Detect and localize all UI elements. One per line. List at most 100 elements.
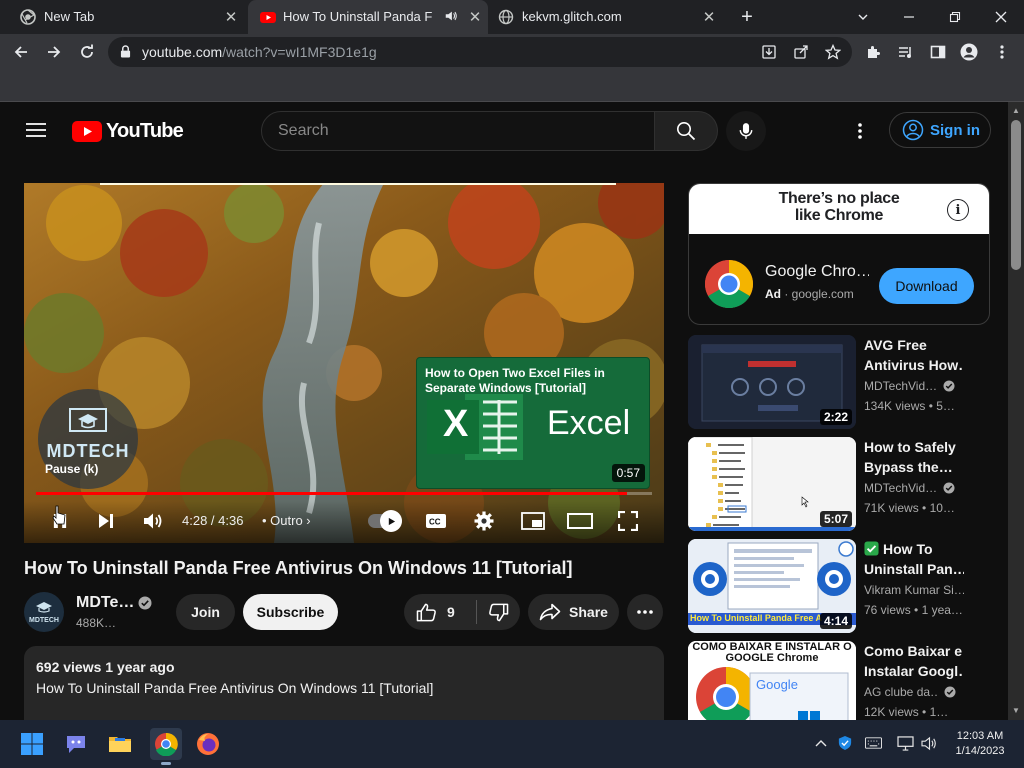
chrome-ad-card[interactable]: There’s no place like Chrome i Google Ch…	[688, 183, 990, 325]
close-icon[interactable]: ✕	[700, 8, 718, 26]
video-duration: 2:22	[819, 409, 852, 425]
channel-name[interactable]: MDTechVid…	[864, 481, 984, 495]
player-controls: 4:28 / 4:36 • Outro › CC	[24, 501, 664, 543]
progress-bar[interactable]	[36, 492, 652, 495]
end-screen-video-card[interactable]: How to Open Two Excel Files in Separate …	[416, 357, 650, 489]
closed-captions-icon: CC	[426, 514, 446, 528]
settings-button[interactable]	[472, 509, 496, 533]
side-panel-icon[interactable]	[927, 41, 949, 63]
video-title[interactable]: AVG Free Antivirus How…	[864, 335, 964, 375]
bookmark-star-icon[interactable]	[825, 44, 841, 60]
join-button[interactable]: Join	[176, 594, 235, 630]
recommended-video[interactable]: How To Uninstall Panda Free A 4:14 How T…	[688, 539, 1008, 633]
file-explorer-button[interactable]	[106, 730, 134, 758]
chrome-taskbar-button[interactable]	[150, 728, 182, 765]
hamburger-menu-icon[interactable]	[26, 122, 46, 138]
media-control-icon[interactable]	[895, 41, 917, 63]
sign-in-button[interactable]: Sign in	[889, 112, 991, 148]
avatar-text: MDTECH	[29, 617, 59, 624]
channel-name[interactable]: Vikram Kumar Si…	[864, 583, 984, 597]
download-button[interactable]: Download	[879, 268, 974, 304]
search-button[interactable]	[654, 111, 718, 151]
recommended-video[interactable]: 5:07 How to Safely Bypass the… MDTechVid…	[688, 437, 1008, 531]
ad-title[interactable]: Google Chro…	[765, 263, 869, 281]
extensions-icon[interactable]	[862, 41, 884, 63]
close-icon[interactable]: ✕	[222, 8, 240, 26]
new-tab-button[interactable]: +	[736, 6, 758, 28]
keyboard-tray-icon[interactable]	[864, 734, 882, 752]
verified-check-icon	[944, 686, 956, 698]
tab-new-tab[interactable]: New Tab ✕	[0, 0, 248, 34]
speaker-icon[interactable]	[444, 9, 458, 23]
profile-icon[interactable]	[958, 41, 980, 63]
firefox-button[interactable]	[194, 730, 222, 758]
fullscreen-button[interactable]	[616, 509, 640, 533]
search-box[interactable]	[261, 111, 655, 151]
next-button[interactable]	[94, 509, 118, 533]
share-button[interactable]: Share	[528, 594, 619, 630]
address-bar[interactable]: youtube.com/watch?v=wI1MF3D1e1g	[108, 37, 852, 67]
video-title[interactable]: How To Uninstall Pan…	[864, 539, 964, 579]
reload-button[interactable]	[76, 41, 98, 63]
close-window-button[interactable]	[990, 6, 1012, 28]
video-title[interactable]: How to Safely Bypass the…	[864, 437, 964, 477]
security-tray-icon[interactable]	[836, 734, 854, 752]
page-scrollbar[interactable]: ▲ ▼	[1008, 102, 1024, 720]
mute-button[interactable]	[140, 509, 166, 533]
youtube-logo[interactable]: YouTube	[72, 120, 184, 143]
restore-button[interactable]	[944, 6, 966, 28]
more-actions-button[interactable]	[627, 594, 663, 630]
tab-youtube-video[interactable]: How To Uninstall Panda Free ✕	[248, 0, 488, 34]
info-icon[interactable]: i	[947, 199, 969, 221]
youtube-icon	[260, 12, 276, 23]
show-hidden-icons[interactable]	[812, 734, 830, 752]
video-thumbnail[interactable]: How To Uninstall Panda Free A 4:14	[688, 539, 856, 633]
dislike-button[interactable]	[477, 594, 520, 630]
video-player[interactable]: MDTECH Pause (k) How to Open Two Excel F…	[24, 183, 664, 543]
back-button[interactable]	[10, 41, 32, 63]
forward-button[interactable]	[43, 41, 65, 63]
lock-icon[interactable]	[120, 45, 131, 58]
url-text: youtube.com/watch?v=wI1MF3D1e1g	[142, 44, 377, 60]
recommended-video[interactable]: 2:22 AVG Free Antivirus How… MDTechVid… …	[688, 335, 1008, 429]
search-input[interactable]	[278, 122, 638, 140]
tab-kekvm[interactable]: kekvm.glitch.com ✕	[488, 0, 728, 34]
windows-logo-icon	[21, 733, 43, 755]
chrome-menu-icon[interactable]	[991, 41, 1013, 63]
graduation-cap-icon	[36, 602, 52, 613]
video-thumbnail[interactable]: 2:22	[688, 335, 856, 429]
theater-mode-button[interactable]	[566, 509, 594, 533]
subtitles-button[interactable]: CC	[424, 509, 448, 533]
channel-name[interactable]: AG clube da…	[864, 685, 984, 699]
scroll-down-arrow[interactable]: ▼	[1012, 706, 1020, 715]
network-tray-icon[interactable]	[896, 734, 914, 752]
share-page-icon[interactable]	[793, 44, 809, 60]
description-box[interactable]: 692 views 1 year ago How To Uninstall Pa…	[24, 646, 664, 720]
channel-name[interactable]: MDTe…	[76, 594, 134, 612]
video-thumbnail[interactable]: 5:07	[688, 437, 856, 531]
start-button[interactable]	[18, 730, 46, 758]
volume-tray-icon[interactable]	[920, 734, 938, 752]
system-clock[interactable]: 12:03 AM 1/14/2023	[950, 729, 1010, 759]
ad-banner[interactable]: There’s no place like Chrome i	[689, 184, 989, 234]
miniplayer-button[interactable]	[520, 509, 546, 533]
chapter-button[interactable]: • Outro ›	[262, 513, 311, 528]
tab-search-icon[interactable]	[852, 6, 874, 28]
autoplay-toggle[interactable]	[368, 510, 402, 532]
channel-name[interactable]: MDTechVid…	[864, 379, 984, 393]
scroll-up-arrow[interactable]: ▲	[1012, 106, 1020, 115]
close-icon[interactable]: ✕	[466, 8, 484, 26]
like-button[interactable]: 9	[404, 594, 476, 630]
install-app-icon[interactable]	[761, 44, 777, 60]
teams-chat-button[interactable]	[62, 730, 90, 758]
recommended-video[interactable]: COMO BAIXAR E INSTALAR O GOOGLE Chrome G…	[688, 641, 1008, 720]
subscribe-button[interactable]: Subscribe	[243, 594, 338, 630]
verified-check-icon	[138, 596, 152, 610]
scroll-thumb[interactable]	[1011, 120, 1021, 270]
settings-more-button[interactable]	[850, 120, 870, 142]
video-title[interactable]: Como Baixar e Instalar Googl…	[864, 641, 964, 681]
minimize-button[interactable]	[898, 6, 920, 28]
channel-avatar[interactable]: MDTECH	[24, 592, 64, 632]
voice-search-button[interactable]	[726, 111, 766, 151]
video-thumbnail[interactable]: COMO BAIXAR E INSTALAR O GOOGLE Chrome G…	[688, 641, 856, 720]
